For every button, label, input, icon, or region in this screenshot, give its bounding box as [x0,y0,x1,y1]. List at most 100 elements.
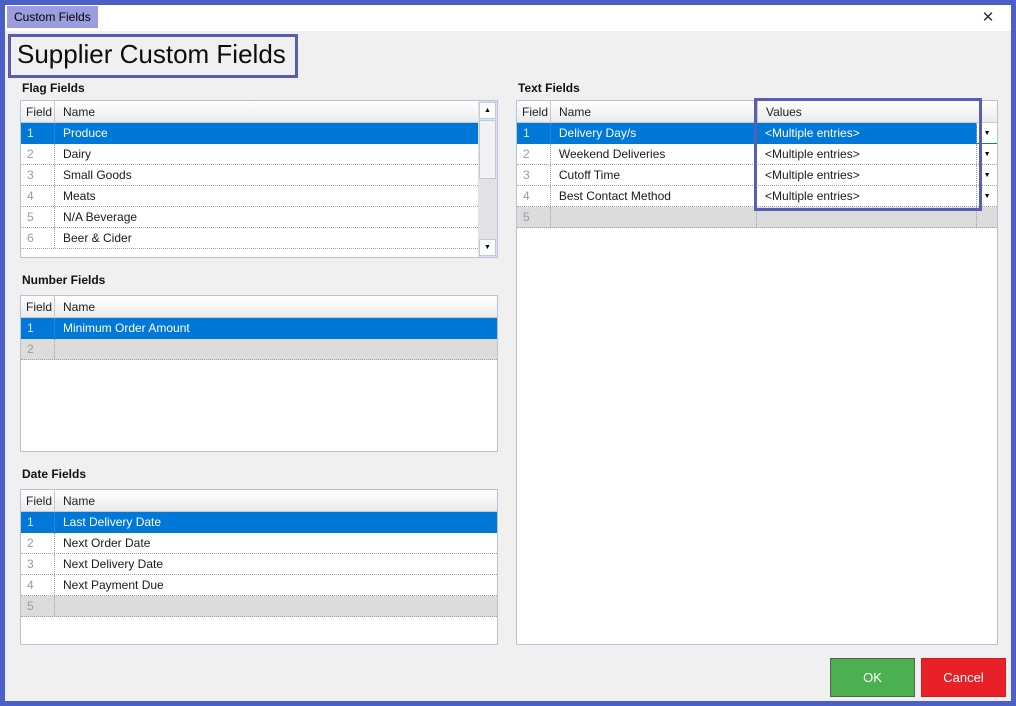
scroll-down-icon: ▼ [484,244,491,251]
values-dropdown-button[interactable]: ▼ [977,186,997,206]
table-row[interactable]: 2 [21,339,497,360]
column-header-name: Name [55,296,497,317]
number-fields-header: Field Name [21,296,497,318]
field-number-cell: 5 [21,207,55,227]
column-header-field: Field [21,490,55,511]
field-number-cell: 3 [517,165,551,185]
name-cell: Next Delivery Date [55,554,497,574]
field-number-cell: 4 [21,575,55,595]
field-number-cell: 2 [21,339,55,359]
values-cell: <Multiple entries> [757,144,977,164]
table-row[interactable]: 6 Beer & Cider [21,228,478,249]
name-cell: Minimum Order Amount [55,318,497,338]
page-title-text: Supplier Custom Fields [17,39,286,69]
field-number-cell: 2 [21,144,55,164]
values-dropdown-button[interactable]: ▼ [977,165,997,185]
flag-fields-table: Field Name 1 Produce 2 Dairy 3 Small Goo… [20,100,498,258]
cancel-button[interactable]: Cancel [921,658,1006,697]
table-row[interactable]: 4 Best Contact Method <Multiple entries>… [517,186,997,207]
name-cell: Small Goods [55,165,478,185]
title-bar: Custom Fields ✕ [5,5,1011,31]
column-header-name: Name [55,490,497,511]
column-header-field: Field [21,101,55,122]
name-cell: Next Order Date [55,533,497,553]
name-cell: Best Contact Method [551,186,757,206]
scroll-up-icon: ▲ [484,107,491,114]
number-fields-label: Number Fields [22,273,105,287]
field-number-cell: 5 [21,596,55,616]
name-cell: Delivery Day/s [551,123,757,143]
table-row[interactable]: 3 Cutoff Time <Multiple entries> ▼ [517,165,997,186]
field-number-cell: 3 [21,165,55,185]
name-cell [551,207,757,227]
field-number-cell: 1 [517,123,551,143]
name-cell [55,596,497,616]
table-row[interactable]: 5 [517,207,997,228]
column-header-values: Values [758,101,997,122]
field-number-cell: 6 [21,228,55,248]
column-header-name: Name [551,101,758,122]
name-cell: Last Delivery Date [55,512,497,532]
table-row[interactable]: 3 Next Delivery Date [21,554,497,575]
vertical-scrollbar[interactable]: ▲ ▼ [478,101,497,257]
ok-button[interactable]: OK [830,658,915,697]
field-number-cell: 4 [21,186,55,206]
name-cell: Next Payment Due [55,575,497,595]
values-dropdown-cell [977,207,997,227]
field-number-cell: 3 [21,554,55,574]
table-row[interactable]: 5 N/A Beverage [21,207,478,228]
close-icon: ✕ [982,9,995,26]
flag-fields-header: Field Name [21,101,478,123]
text-fields-label: Text Fields [518,81,580,95]
field-number-cell: 1 [21,123,55,143]
scrollbar-up-button[interactable]: ▲ [479,102,496,119]
text-fields-header: Field Name Values [517,101,997,123]
text-fields-table: Field Name Values 1 Delivery Day/s <Mult… [516,100,998,645]
name-cell: Meats [55,186,478,206]
scrollbar-down-button[interactable]: ▼ [479,239,496,256]
date-fields-table: Field Name 1 Last Delivery Date 2 Next O… [20,489,498,645]
page-title: Supplier Custom Fields [8,34,298,78]
column-header-field: Field [517,101,551,122]
table-row[interactable]: 1 Last Delivery Date [21,512,497,533]
field-number-cell: 4 [517,186,551,206]
chevron-down-icon: ▼ [984,172,991,179]
table-row[interactable]: 4 Meats [21,186,478,207]
close-button[interactable]: ✕ [977,8,999,28]
table-row[interactable]: 1 Produce [21,123,478,144]
field-number-cell: 5 [517,207,551,227]
table-row[interactable]: 1 Delivery Day/s <Multiple entries> ▼ [517,123,997,144]
table-row[interactable]: 4 Next Payment Due [21,575,497,596]
name-cell: N/A Beverage [55,207,478,227]
table-row[interactable]: 3 Small Goods [21,165,478,186]
field-number-cell: 1 [21,318,55,338]
values-cell: <Multiple entries> [757,123,977,143]
name-cell: Beer & Cider [55,228,478,248]
values-dropdown-button[interactable]: ▼ [977,123,997,143]
field-number-cell: 1 [21,512,55,532]
field-number-cell: 2 [21,533,55,553]
custom-fields-dialog: Custom Fields ✕ Supplier Custom Fields F… [0,0,1016,706]
scrollbar-thumb[interactable] [479,120,496,179]
table-row[interactable]: 5 [21,596,497,617]
values-cell [757,207,977,227]
column-header-name: Name [55,101,478,122]
chevron-down-icon: ▼ [984,130,991,137]
values-cell: <Multiple entries> [757,186,977,206]
table-row[interactable]: 2 Next Order Date [21,533,497,554]
table-row[interactable]: 1 Minimum Order Amount [21,318,497,339]
chevron-down-icon: ▼ [984,193,991,200]
date-fields-header: Field Name [21,490,497,512]
flag-fields-label: Flag Fields [22,81,85,95]
date-fields-label: Date Fields [22,467,86,481]
name-cell: Produce [55,123,478,143]
name-cell: Cutoff Time [551,165,757,185]
values-dropdown-button[interactable]: ▼ [977,144,997,164]
number-fields-table: Field Name 1 Minimum Order Amount 2 [20,295,498,452]
column-header-field: Field [21,296,55,317]
values-cell: <Multiple entries> [757,165,977,185]
name-cell: Weekend Deliveries [551,144,757,164]
table-row[interactable]: 2 Weekend Deliveries <Multiple entries> … [517,144,997,165]
table-row[interactable]: 2 Dairy [21,144,478,165]
name-cell [55,339,497,359]
